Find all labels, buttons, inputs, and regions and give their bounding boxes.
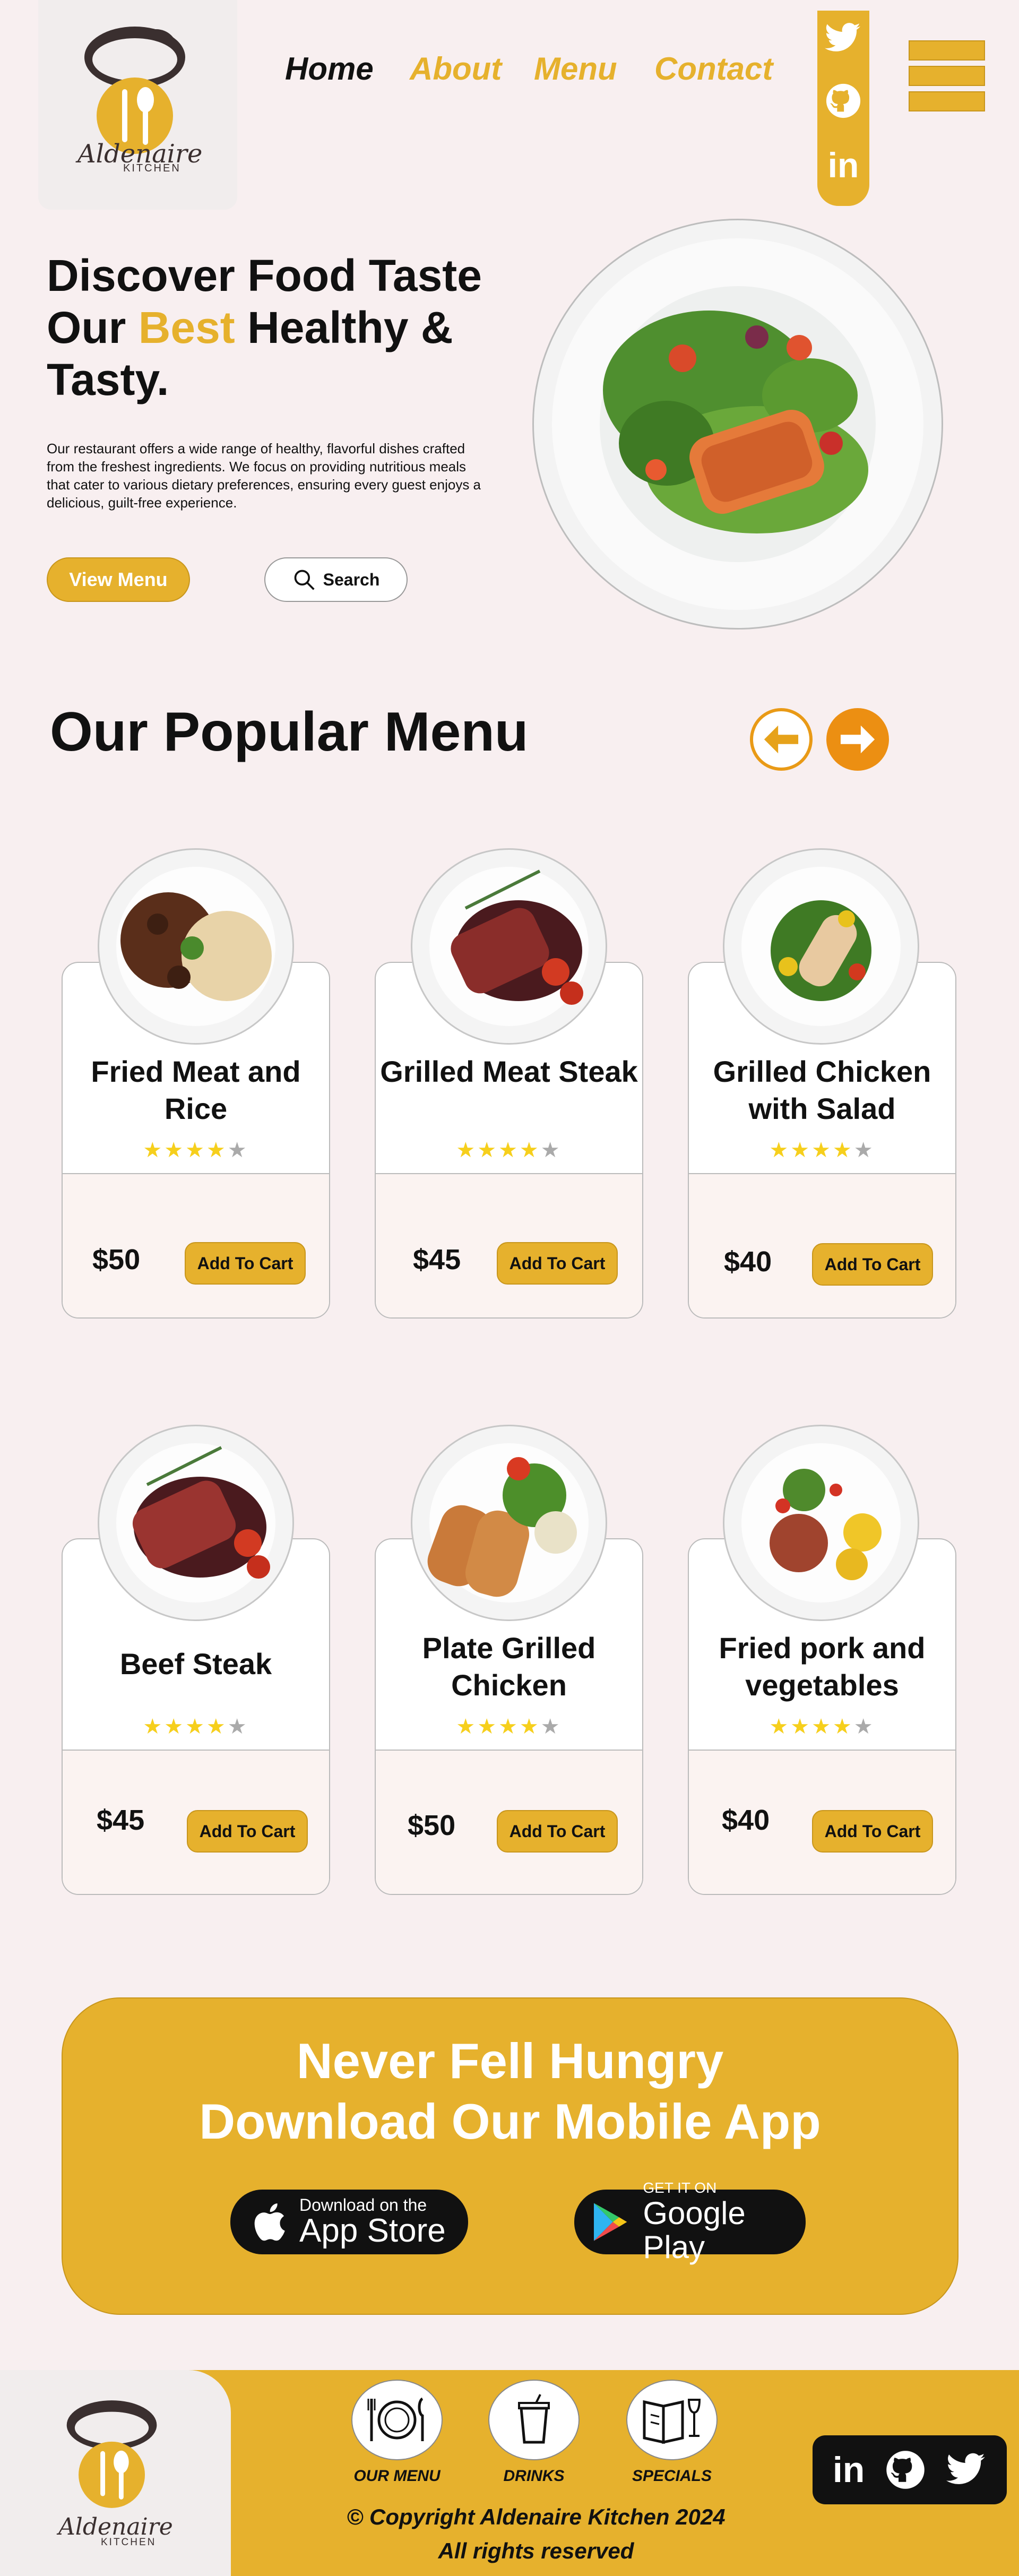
view-menu-button[interactable]: View Menu	[47, 557, 190, 602]
add-to-cart-button[interactable]: Add To Cart	[497, 1242, 618, 1285]
footer-drinks-button[interactable]	[488, 2380, 580, 2460]
rights-text: All rights reserved	[438, 2538, 634, 2563]
github-icon[interactable]	[825, 82, 862, 119]
search-button[interactable]: Search	[264, 557, 408, 602]
nav-menu-link[interactable]: Menu	[534, 50, 617, 87]
add-to-cart-button[interactable]: Add To Cart	[812, 1243, 933, 1286]
brand-logo-panel[interactable]: Aldenaire KITCHEN	[38, 0, 237, 210]
rating-stars: ★★★★★	[143, 1139, 249, 1162]
footer-github-icon[interactable]	[885, 2449, 926, 2491]
fried-pork-vegetables-image	[723, 1425, 919, 1621]
arrow-left-icon	[764, 725, 799, 754]
hero-title-rest: Healthy &	[235, 303, 453, 352]
card-footer: $45 Add To Cart	[63, 1750, 329, 1894]
card-footer: $40 Add To Cart	[689, 1173, 955, 1317]
search-icon	[294, 570, 315, 590]
fried-meat-rice-image	[98, 848, 294, 1045]
plate-cutlery-icon	[367, 2397, 424, 2441]
banner-line2: Download Our Mobile App	[199, 2093, 821, 2149]
grilled-chicken-salad-image	[723, 848, 919, 1045]
footer-twitter-icon[interactable]	[946, 2453, 987, 2487]
footer-link-specials[interactable]: SPECIALS	[605, 2467, 739, 2485]
app-store-text: Download on the App Store	[299, 2196, 446, 2248]
menu-item-name: Grilled Chicken with Salad	[713, 1055, 931, 1125]
hero-description: Our restaurant offers a wide range of he…	[47, 441, 481, 511]
copyright-text: © Copyright Aldenaire Kitchen 2024	[347, 2504, 726, 2529]
nav-home-link[interactable]: Home	[285, 50, 374, 87]
prev-arrow-button[interactable]	[750, 708, 813, 771]
menu-book-wine-icon	[643, 2399, 701, 2444]
footer-social-box: in	[813, 2435, 1007, 2504]
app-store-big-text: App Store	[299, 2212, 446, 2249]
brand-sub: KITCHEN	[123, 162, 181, 174]
footer-link-our-menu[interactable]: OUR MENU	[330, 2467, 464, 2485]
rating-stars: ★★★★★	[456, 1715, 562, 1738]
google-play-button[interactable]: GET IT ON Google Play	[574, 2179, 806, 2264]
add-to-cart-button[interactable]: Add To Cart	[187, 1810, 308, 1853]
google-play-text: GET IT ON Google Play	[643, 2179, 806, 2264]
card-footer: $45 Add To Cart	[376, 1173, 642, 1317]
next-arrow-button[interactable]	[826, 708, 889, 771]
card-footer: $40 Add To Cart	[689, 1750, 955, 1894]
hero-title-our: Our	[47, 303, 139, 352]
add-to-cart-button[interactable]: Add To Cart	[185, 1242, 306, 1285]
add-to-cart-button[interactable]: Add To Cart	[497, 1810, 618, 1853]
menu-item-price: $40	[722, 1804, 770, 1836]
card-footer: $50 Add To Cart	[63, 1173, 329, 1317]
twitter-icon[interactable]	[825, 22, 862, 54]
google-play-small-text: GET IT ON	[643, 2179, 717, 2196]
rating-stars: ★★★★★	[456, 1139, 562, 1162]
footer-our-menu-button[interactable]	[351, 2380, 443, 2460]
hero-title-line1: Discover Food Taste	[47, 251, 482, 300]
footer-brand-sub: KITCHEN	[101, 2537, 157, 2548]
footer-logo-panel[interactable]: Aldenaire KITCHEN	[0, 2370, 231, 2576]
menu-item-price: $40	[724, 1246, 772, 1278]
plate-grilled-chicken-image	[411, 1425, 607, 1621]
menu-item-name: Fried Meat and Rice	[91, 1055, 301, 1125]
google-play-icon	[593, 2203, 627, 2241]
arrow-right-icon	[840, 725, 875, 754]
menu-item-price: $50	[408, 1810, 456, 1841]
drink-cup-icon	[518, 2394, 550, 2444]
menu-item-name: Plate Grilled Chicken	[422, 1631, 596, 1702]
menu-item-name: Fried pork and vegetables	[719, 1631, 926, 1702]
header-social-bar: in	[817, 11, 869, 206]
linkedin-icon[interactable]: in	[826, 148, 861, 183]
rating-stars: ★★★★★	[769, 1139, 875, 1162]
footer-linkedin-icon[interactable]: in	[833, 2452, 865, 2488]
beef-steak-image	[98, 1425, 294, 1621]
add-to-cart-button[interactable]: Add To Cart	[812, 1810, 933, 1853]
search-label: Search	[323, 570, 380, 589]
google-play-big-text: Google Play	[643, 2195, 746, 2265]
rating-stars: ★★★★★	[143, 1715, 249, 1738]
nav-about-link[interactable]: About	[410, 50, 502, 87]
hero-title-line3: Tasty.	[47, 355, 169, 404]
app-store-button[interactable]: Download on the App Store	[230, 2190, 468, 2254]
menu-item-price: $45	[97, 1804, 145, 1836]
footer-specials-button[interactable]	[626, 2380, 718, 2460]
menu-item-name: Grilled Meat Steak	[380, 1055, 638, 1088]
rating-stars: ★★★★★	[769, 1715, 875, 1738]
menu-item-price: $45	[413, 1244, 461, 1276]
app-store-small-text: Download on the	[299, 2195, 427, 2215]
apple-icon	[254, 2203, 285, 2241]
menu-item-price: $50	[92, 1244, 141, 1276]
hero-title-best: Best	[138, 303, 235, 352]
footer-chef-hat-logo-icon	[66, 2400, 157, 2508]
banner-line1: Never Fell Hungry	[296, 2033, 724, 2089]
mobile-app-banner: Never Fell Hungry Download Our Mobile Ap…	[62, 1997, 958, 2315]
menu-item-name: Beef Steak	[119, 1647, 272, 1681]
card-footer: $50 Add To Cart	[376, 1750, 642, 1894]
hero-salmon-salad-image	[532, 219, 943, 630]
hero-title: Discover Food Taste Our Best Healthy & T…	[47, 249, 524, 406]
popular-menu-title: Our Popular Menu	[50, 701, 529, 763]
nav-contact-link[interactable]: Contact	[654, 50, 773, 87]
grilled-meat-steak-image	[411, 848, 607, 1045]
footer-link-drinks[interactable]: DRINKS	[467, 2467, 601, 2485]
